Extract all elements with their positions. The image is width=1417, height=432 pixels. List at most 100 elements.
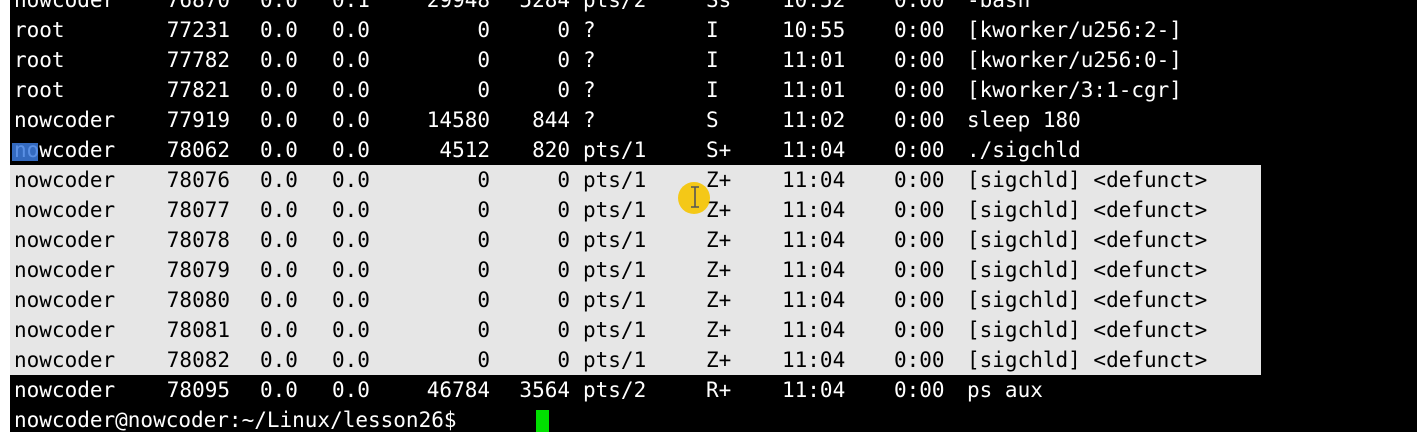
- process-time-cell: 0:00: [894, 168, 945, 192]
- process-tty-cell: ?: [583, 108, 596, 132]
- process-time-cell: 0:00: [894, 48, 945, 72]
- process-start-cell: 11:04: [782, 168, 846, 192]
- process-user-cell: nowcoder: [14, 0, 116, 12]
- process-rss-cell: 0: [557, 228, 570, 252]
- process-command-cell: -bash: [967, 0, 1031, 12]
- process-vsz-cell: 46784: [426, 378, 490, 402]
- process-cpu-cell: 0.0: [260, 18, 298, 42]
- process-pid-cell: 78081: [166, 318, 230, 342]
- process-vsz-cell: 0: [477, 348, 490, 372]
- process-cpu-cell: 0.0: [260, 288, 298, 312]
- process-stat-cell: Z+: [706, 168, 732, 192]
- process-time-cell: 0:00: [894, 288, 945, 312]
- process-start-cell: 11:04: [782, 258, 846, 282]
- process-user-cell: nowcoder: [14, 378, 116, 402]
- process-tty-cell: pts/1: [583, 138, 647, 162]
- shell-prompt: nowcoder@nowcoder:~/Linux/lesson26$: [14, 408, 470, 432]
- process-stat-cell: I: [706, 78, 719, 102]
- process-command-cell: [kworker/3:1-cgr]: [967, 78, 1182, 102]
- process-command-cell: [sigchld] <defunct>: [967, 168, 1208, 192]
- process-stat-cell: I: [706, 18, 719, 42]
- process-mem-cell: 0.0: [332, 18, 370, 42]
- process-start-cell: 11:01: [782, 48, 846, 72]
- process-vsz-cell: 0: [477, 48, 490, 72]
- process-mem-cell: 0.0: [332, 348, 370, 372]
- process-vsz-cell: 29948: [426, 0, 490, 12]
- process-time-cell: 0:00: [894, 138, 945, 162]
- process-stat-cell: S+: [706, 138, 732, 162]
- process-row[interactable]: root 77231 0.0 0.0 0 0? I 10:55 0:00 [kworker/u25…: [10, 15, 1417, 45]
- process-mem-cell: 0.0: [332, 378, 370, 402]
- process-rss-cell: 844: [532, 108, 570, 132]
- shell-prompt-line[interactable]: nowcoder@nowcoder:~/Linux/lesson26$: [10, 405, 1417, 432]
- process-vsz-cell: 14580: [426, 108, 490, 132]
- process-time-cell: 0:00: [894, 108, 945, 132]
- process-row[interactable]: nowcoder 78077 0.0 0.0 0 0 pts/1 Z+ 11:04 0:00 [si…: [10, 195, 1261, 225]
- process-pid-cell: 76870: [166, 0, 230, 12]
- process-rss-cell: 3564: [519, 378, 570, 402]
- process-time-cell: 0:00: [894, 228, 945, 252]
- process-start-cell: 11:04: [782, 318, 846, 342]
- process-tty-cell: pts/2: [583, 0, 647, 12]
- process-vsz-cell: 0: [477, 318, 490, 342]
- process-start-cell: 11:04: [782, 288, 846, 312]
- process-row[interactable]: nowcoder 78079 0.0 0.0 0 0 pts/1 Z+ 11:04 0:00 [si…: [10, 255, 1261, 285]
- process-stat-cell: I: [706, 48, 719, 72]
- terminal-output[interactable]: nowcoder 76870 0.0 0.1 29948 5284 pts/2 Ss 10:52…: [10, 0, 1417, 432]
- process-row[interactable]: root 77821 0.0 0.0 0 0? I 11:01 0:00 [kworker/3:1…: [10, 75, 1417, 105]
- process-time-cell: 0:00: [894, 348, 945, 372]
- process-cpu-cell: 0.0: [260, 78, 298, 102]
- process-command-cell: [sigchld] <defunct>: [967, 228, 1208, 252]
- process-pid-cell: 78078: [166, 228, 230, 252]
- process-start-cell: 11:02: [782, 108, 846, 132]
- process-command-cell: [kworker/u256:0-]: [967, 48, 1182, 72]
- process-rss-cell: 820: [532, 138, 570, 162]
- process-mem-cell: 0.0: [332, 138, 370, 162]
- process-time-cell: 0:00: [894, 198, 945, 222]
- process-stat-cell: R+: [706, 378, 732, 402]
- process-command-cell: [sigchld] <defunct>: [967, 348, 1208, 372]
- process-row[interactable]: nowcoder 78081 0.0 0.0 0 0 pts/1 Z+ 11:04 0:00 [si…: [10, 315, 1261, 345]
- process-row[interactable]: root 77782 0.0 0.0 0 0? I 11:01 0:00 [kworker/u25…: [10, 45, 1417, 75]
- process-pid-cell: 77231: [166, 18, 230, 42]
- process-stat-cell: Z+: [706, 228, 732, 252]
- process-user-cell: nowcoder: [14, 288, 116, 312]
- process-tty-cell: ?: [583, 18, 596, 42]
- selection-handle-icon[interactable]: [12, 143, 38, 161]
- process-vsz-cell: 0: [477, 288, 490, 312]
- process-cpu-cell: 0.0: [260, 228, 298, 252]
- process-time-cell: 0:00: [894, 78, 945, 102]
- process-rss-cell: 0: [557, 18, 570, 42]
- process-user-cell: root: [14, 18, 65, 42]
- process-row[interactable]: nowcoder 77919 0.0 0.0 14580 844? S 11:02 0:00 sl…: [10, 105, 1417, 135]
- process-time-cell: 0:00: [894, 18, 945, 42]
- process-row[interactable]: nowcoder 78082 0.0 0.0 0 0 pts/1 Z+ 11:04 0:00 [si…: [10, 345, 1261, 375]
- process-tty-cell: ?: [583, 48, 596, 72]
- process-start-cell: 11:01: [782, 78, 846, 102]
- process-row[interactable]: nowcoder 78076 0.0 0.0 0 0 pts/1 Z+ 11:04 0:00 [si…: [10, 165, 1261, 195]
- process-user-cell: nowcoder: [14, 198, 116, 222]
- process-rss-cell: 0: [557, 318, 570, 342]
- process-rss-cell: 0: [557, 348, 570, 372]
- process-time-cell: 0:00: [894, 318, 945, 342]
- process-rss-cell: 0: [557, 78, 570, 102]
- process-stat-cell: Z+: [706, 348, 732, 372]
- terminal-window[interactable]: nowcoder 76870 0.0 0.1 29948 5284 pts/2 Ss 10:52…: [0, 0, 1417, 432]
- process-cpu-cell: 0.0: [260, 258, 298, 282]
- process-vsz-cell: 0: [477, 78, 490, 102]
- process-user-cell: nowcoder: [14, 108, 116, 132]
- process-time-cell: 0:00: [894, 258, 945, 282]
- process-user-cell: nowcoder: [14, 348, 116, 372]
- process-vsz-cell: 4512: [439, 138, 490, 162]
- process-stat-cell: Z+: [706, 288, 732, 312]
- process-rss-cell: 0: [557, 258, 570, 282]
- process-row[interactable]: nowcoder 78080 0.0 0.0 0 0 pts/1 Z+ 11:04 0:00 [si…: [10, 285, 1261, 315]
- process-start-cell: 11:04: [782, 228, 846, 252]
- process-mem-cell: 0.0: [332, 168, 370, 192]
- process-row[interactable]: nowcoder 78078 0.0 0.0 0 0 pts/1 Z+ 11:04 0:00 [si…: [10, 225, 1261, 255]
- process-start-cell: 10:52: [782, 0, 846, 12]
- process-row[interactable]: nowcoder 78062 0.0 0.0 4512 820 pts/1 S+ 11:04 0:…: [10, 135, 1417, 165]
- process-row[interactable]: nowcoder 78095 0.0 0.0 46784 3564 pts/2 R+ 11:04…: [10, 375, 1417, 405]
- process-row[interactable]: nowcoder 76870 0.0 0.1 29948 5284 pts/2 Ss 10:52…: [10, 0, 1417, 15]
- process-pid-cell: 77919: [166, 108, 230, 132]
